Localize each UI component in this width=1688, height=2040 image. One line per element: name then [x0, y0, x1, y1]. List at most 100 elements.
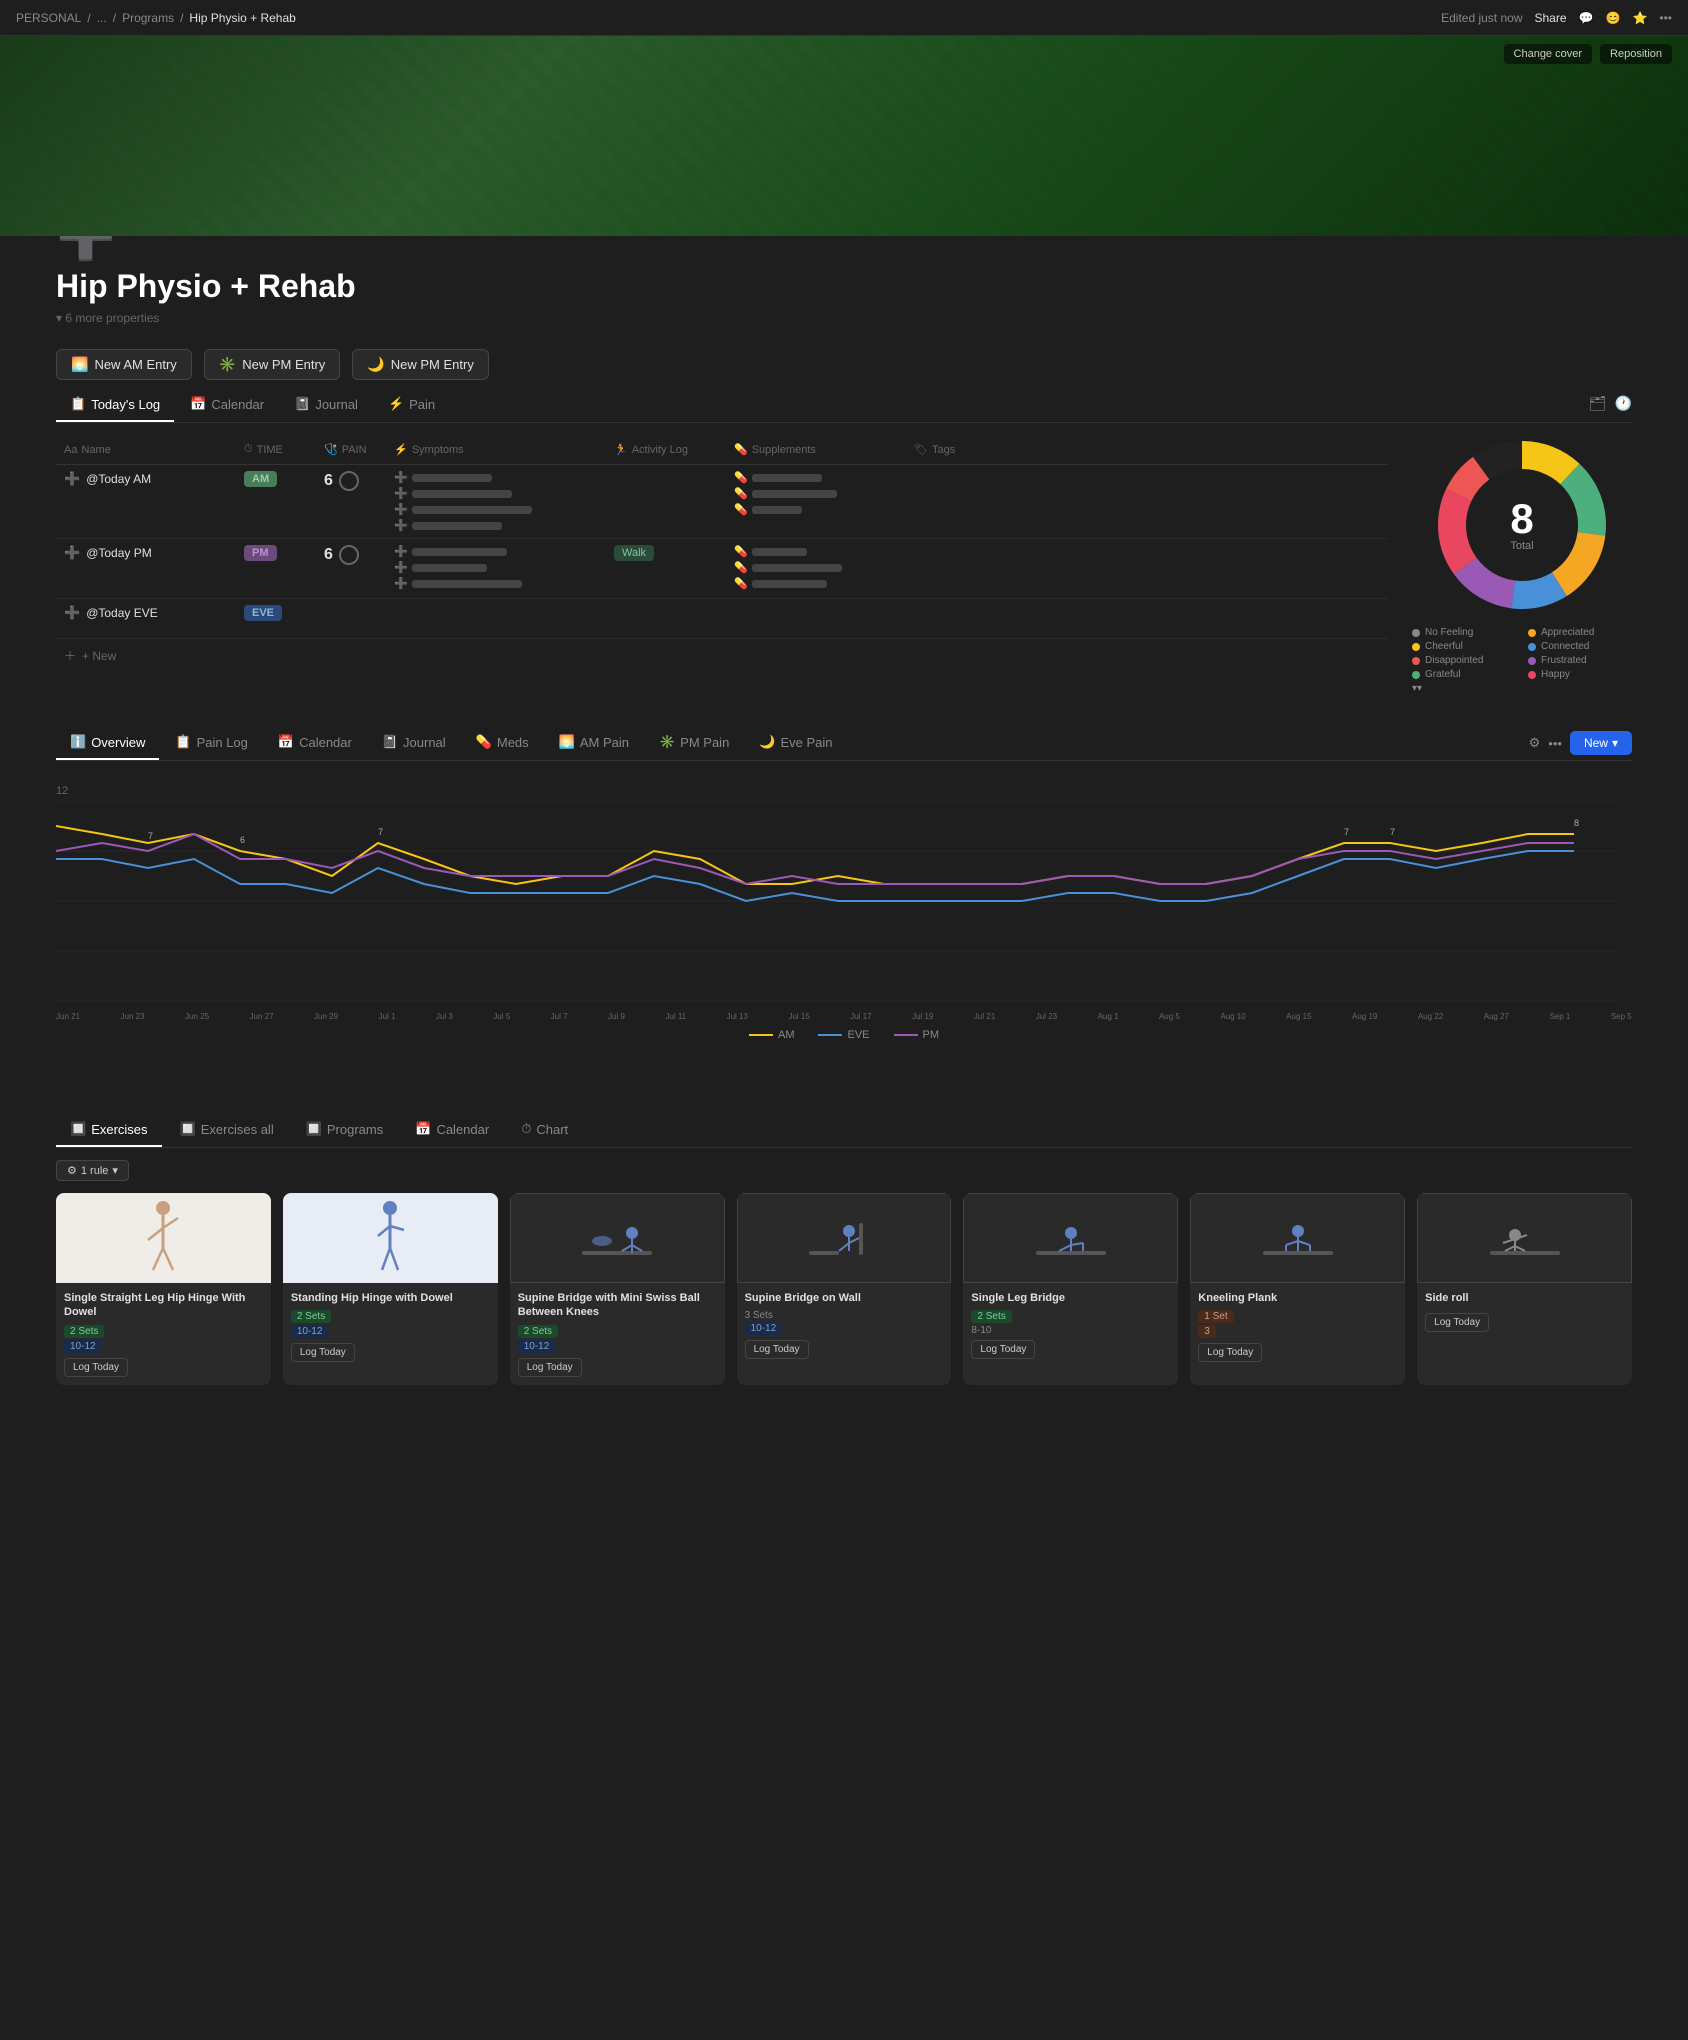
pm-badge: PM	[244, 545, 277, 561]
legend-pm: PM	[894, 1029, 940, 1041]
exercise-body-2: Standing Hip Hinge with Dowel 2 Sets 10-…	[283, 1283, 498, 1370]
clock-icon-button[interactable]: 🕐	[1615, 395, 1632, 412]
breadcrumb-ellipsis[interactable]: ...	[97, 11, 107, 25]
breadcrumb-personal[interactable]: PERSONAL	[16, 11, 81, 25]
log-today-button-4[interactable]: Log Today	[745, 1340, 809, 1359]
row-am-supplements: 💊 💊 💊	[726, 465, 906, 538]
row-am-name[interactable]: ➕ @Today AM	[56, 465, 236, 538]
log-today-button-3[interactable]: Log Today	[518, 1358, 582, 1377]
activity-walk: Walk	[614, 545, 654, 561]
table-row: ➕ @Today PM PM 6 ➕	[56, 539, 1388, 599]
donut-section: 8 Total No Feeling Appreciated Cheerful	[1412, 435, 1632, 694]
row-am-activity	[606, 465, 726, 538]
overview-tab-overview[interactable]: ℹ️ Overview	[56, 726, 159, 760]
tab-todays-log[interactable]: 📋 Today's Log	[56, 388, 174, 422]
top-bar: PERSONAL / ... / Programs / Hip Physio +…	[0, 0, 1688, 36]
tab-pain[interactable]: ⚡ Pain	[374, 388, 449, 422]
sets-tag-1: 2 Sets	[64, 1325, 104, 1338]
top-actions: Edited just now Share 💬 😊 ⭐ •••	[1441, 11, 1672, 25]
log-today-button-6[interactable]: Log Today	[1198, 1343, 1262, 1362]
new-entry-button[interactable]: New ▾	[1570, 731, 1632, 755]
new-pm-moon-label: New PM Entry	[391, 357, 474, 372]
filter-button[interactable]: ⚙ 1 rule ▾	[56, 1160, 129, 1181]
overview-tab-pm-pain[interactable]: ✳️ PM Pain	[645, 726, 743, 760]
edited-status: Edited just now	[1441, 11, 1522, 25]
pm-star-icon: ✳️	[219, 356, 236, 373]
log-today-button-5[interactable]: Log Today	[971, 1340, 1035, 1359]
legend-happy: Happy	[1528, 669, 1632, 680]
donut-center: 8 Total	[1510, 498, 1533, 552]
legend-cheerful: Cheerful	[1412, 641, 1516, 652]
row-am-time: AM	[236, 465, 316, 538]
tab-journal[interactable]: 📓 Journal	[280, 388, 372, 422]
new-am-entry-button[interactable]: 🌅 New AM Entry	[56, 349, 192, 380]
new-pm-entry-button-star[interactable]: ✳️ New PM Entry	[204, 349, 341, 380]
chart-legend: AM EVE PM	[56, 1029, 1632, 1041]
col-pain: 🩺 PAIN	[316, 439, 386, 460]
more-icon[interactable]: •••	[1659, 11, 1672, 25]
exercise-name-7: Side roll	[1425, 1291, 1624, 1305]
table-icon-button[interactable]: 🗂	[1589, 395, 1607, 412]
new-pm-star-label: New PM Entry	[242, 357, 325, 372]
tab-calendar[interactable]: 📅 Calendar	[176, 388, 278, 422]
log-today-button-1[interactable]: Log Today	[64, 1358, 128, 1377]
overview-actions: ⚙ ••• New ▾	[1529, 731, 1632, 755]
new-pm-entry-button-moon[interactable]: 🌙 New PM Entry	[352, 349, 489, 380]
comment-icon[interactable]: 💬	[1579, 11, 1594, 25]
row-am-pain: 6	[316, 465, 386, 538]
svg-text:7: 7	[1390, 827, 1395, 837]
emoji-icon[interactable]: 😊	[1605, 11, 1620, 25]
filter-icon[interactable]: ⚙	[1529, 735, 1541, 751]
row-pm-title: @Today PM	[86, 546, 152, 560]
row-pm-activity: Walk	[606, 539, 726, 598]
col-tags: 🏷 Tags	[906, 439, 1026, 460]
change-cover-button[interactable]: Change cover	[1504, 44, 1593, 64]
legend-disappointed: Disappointed	[1412, 655, 1516, 666]
exercise-name-1: Single Straight Leg Hip Hinge With Dowel	[64, 1291, 263, 1320]
more-options-icon[interactable]: •••	[1548, 736, 1562, 751]
log-today-button-7[interactable]: Log Today	[1425, 1313, 1489, 1332]
overview-tab-calendar[interactable]: 📅 Calendar	[264, 726, 366, 760]
overview-tab-journal[interactable]: 📓 Journal	[368, 726, 460, 760]
add-row-button[interactable]: ＋ + New	[56, 639, 1388, 672]
exercise-card-1: Single Straight Leg Hip Hinge With Dowel…	[56, 1193, 271, 1385]
exercise-body-7: Side roll Log Today	[1417, 1283, 1632, 1340]
donut-label: Total	[1510, 540, 1533, 552]
exercises-tab-chart[interactable]: ⏱ Chart	[507, 1113, 582, 1147]
chart-area: 12 9 6 3 0	[56, 777, 1632, 1081]
new-am-label: New AM Entry	[94, 357, 176, 372]
row-eve-symptoms	[386, 599, 606, 638]
overview-tab-meds[interactable]: 💊 Meds	[462, 726, 543, 760]
more-properties[interactable]: ▾ 6 more properties	[56, 311, 1632, 325]
exercises-tab-programs[interactable]: 🔲 Programs	[292, 1113, 398, 1147]
eve-badge: EVE	[244, 605, 282, 621]
exercises-tab-all[interactable]: 🔲 Exercises all	[166, 1113, 288, 1147]
reps-tag-3: 10-12	[518, 1340, 556, 1353]
overview-tab-pain-log[interactable]: 📋 Pain Log	[161, 726, 262, 760]
overview-tab-eve-pain[interactable]: 🌙 Eve Pain	[745, 726, 846, 760]
exercise-body-1: Single Straight Leg Hip Hinge With Dowel…	[56, 1283, 271, 1385]
exercise-thumb-7	[1417, 1193, 1632, 1283]
reps-tag-6: 3	[1198, 1325, 1216, 1338]
table-row: ➕ @Today AM AM 6 ➕	[56, 465, 1388, 539]
svg-text:7: 7	[378, 827, 383, 837]
database-container: Aa Name ⏱ TIME 🩺 PAIN ⚡ Symptoms 🏃 A	[56, 435, 1632, 694]
sets-tag-6: 1 Set	[1198, 1310, 1233, 1323]
svg-text:8: 8	[1574, 818, 1579, 828]
overview-tab-am-pain[interactable]: 🌅 AM Pain	[545, 726, 643, 760]
share-button[interactable]: Share	[1535, 11, 1567, 25]
table-row: ➕ @Today EVE EVE	[56, 599, 1388, 639]
row-pm-name[interactable]: ➕ @Today PM	[56, 539, 236, 598]
star-icon[interactable]: ⭐	[1632, 11, 1647, 25]
overview-tabs: ℹ️ Overview 📋 Pain Log 📅 Calendar 📓 Jour…	[56, 726, 847, 760]
row-eve-name[interactable]: ➕ @Today EVE	[56, 599, 236, 638]
row-am-tags	[906, 465, 1026, 538]
log-today-button-2[interactable]: Log Today	[291, 1343, 355, 1362]
reposition-button[interactable]: Reposition	[1600, 44, 1672, 64]
exercises-tab-exercises[interactable]: 🔲 Exercises	[56, 1113, 162, 1147]
sets-tag-3: 2 Sets	[518, 1325, 558, 1338]
exercises-tab-calendar[interactable]: 📅 Calendar	[401, 1113, 503, 1147]
svg-text:6: 6	[240, 835, 245, 845]
breadcrumb-programs[interactable]: Programs	[122, 11, 174, 25]
svg-text:7: 7	[148, 831, 153, 841]
